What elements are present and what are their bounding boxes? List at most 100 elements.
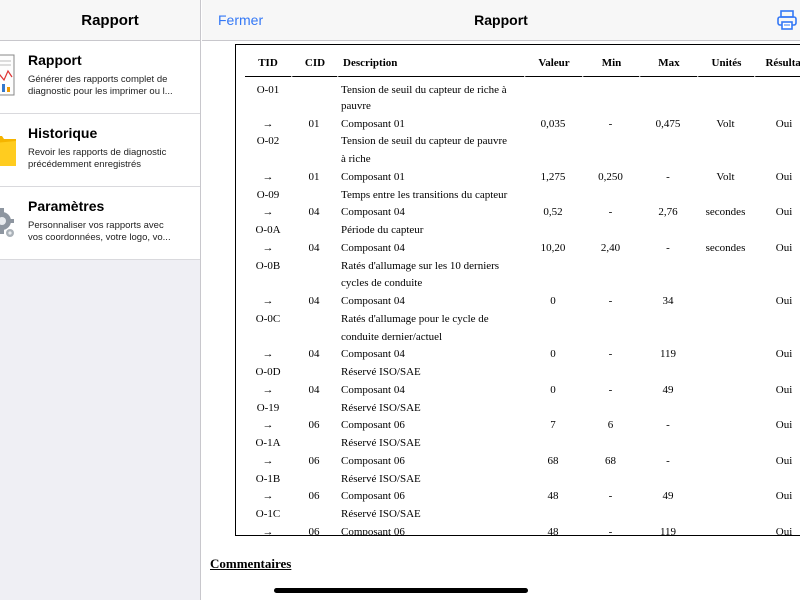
table-cell: [697, 310, 754, 328]
table-cell: -: [666, 241, 670, 254]
table-cell: 04: [308, 295, 320, 308]
table-cell: -: [666, 454, 670, 467]
sidebar-item-parametres[interactable]: Paramètres Personnaliser vos rapports av…: [0, 187, 200, 260]
sidebar-item-desc: Personnaliser vos rapports avec: [28, 220, 164, 231]
sidebar-header: Rapport: [0, 0, 200, 41]
table-row: O-0D Réservé ISO/SAE: [245, 363, 800, 381]
table-cell: O-0B: [255, 259, 281, 272]
table-row: O-02 Tension de seuil du capteur de pauvr…: [245, 133, 800, 151]
table-row: à riche: [245, 150, 800, 168]
table-cell: [754, 399, 800, 417]
table-cell: →: [262, 170, 274, 183]
table-cell: [754, 186, 800, 204]
table-cell: [291, 434, 337, 452]
table-cell: 04: [308, 348, 320, 361]
sidebar-item-desc: vos coordonnées, votre logo, vo...: [28, 232, 171, 243]
table-row: → 06 Composant 06 7 6 - Oui: [245, 417, 800, 435]
table-cell: O-0D: [255, 366, 281, 379]
table-cell: secondes: [705, 206, 746, 219]
table-cell: Oui: [775, 383, 793, 396]
table-cell: →: [262, 454, 274, 467]
table-cell: Temps entre les transitions du capteur: [341, 188, 508, 201]
table-cell: [582, 363, 639, 381]
table-header-row: TID CID Description Valeur Min Max Unité…: [245, 50, 800, 77]
table-cell: [754, 434, 800, 452]
table-cell: 0,250: [598, 170, 623, 183]
table-cell: [291, 399, 337, 417]
table-cell: Réservé ISO/SAE: [341, 472, 421, 485]
table-cell: Oui: [775, 525, 793, 536]
table-cell: [291, 257, 337, 275]
table-cell: [754, 310, 800, 328]
home-indicator[interactable]: [274, 588, 528, 593]
table-cell: 06: [308, 490, 320, 503]
table-cell: 2,40: [600, 241, 621, 254]
table-cell: [639, 470, 697, 488]
table-cell: [697, 186, 754, 204]
table-cell: [524, 77, 582, 97]
table-cell: [291, 97, 337, 115]
table-cell: 7: [550, 419, 556, 432]
table-cell: →: [262, 241, 274, 254]
table-cell: [524, 275, 582, 293]
table-cell: [697, 434, 754, 452]
table-cell: [582, 77, 639, 97]
sidebar-item-rapport[interactable]: Rapport Générer des rapports complet de …: [0, 41, 200, 114]
table-row: → 04 Composant 04 10,20 2,40 - secondes Oui: [245, 239, 800, 257]
column-header-valeur: Valeur: [524, 50, 582, 77]
table-cell: O-1C: [255, 508, 281, 521]
table-cell: 119: [659, 348, 677, 361]
table-cell: [524, 399, 582, 417]
table-cell: 01: [308, 170, 320, 183]
sidebar-item-historique[interactable]: Historique Revoir les rapports de diagno…: [0, 114, 200, 187]
table-cell: O-1A: [255, 437, 281, 450]
table-cell: Période du capteur: [341, 224, 424, 237]
table-row: O-1B Réservé ISO/SAE: [245, 470, 800, 488]
table-cell: [697, 381, 754, 399]
table-cell: [697, 470, 754, 488]
table-row: O-09 Temps entre les transitions du capte…: [245, 186, 800, 204]
table-cell: Composant 06: [341, 454, 405, 467]
table-cell: 0,475: [655, 117, 681, 130]
table-cell: 0: [550, 295, 556, 308]
table-cell: [697, 257, 754, 275]
table-cell: [639, 434, 697, 452]
main-panel: Fermer Rapport TID CID Description Valeu…: [202, 0, 800, 600]
table-cell: [754, 77, 800, 97]
table-row: → 04 Composant 04 0,52 - 2,76 secondes Oui: [245, 204, 800, 222]
table-cell: [754, 470, 800, 488]
table-cell: 04: [308, 206, 320, 219]
table-cell: [582, 470, 639, 488]
table-cell: [291, 470, 337, 488]
table-cell: [291, 363, 337, 381]
table-cell: [524, 150, 582, 168]
table-cell: [582, 275, 639, 293]
table-row: → 04 Composant 04 0 - 34 Oui: [245, 292, 800, 310]
table-cell: Composant 04: [341, 206, 405, 219]
table-cell: 0,035: [540, 117, 566, 130]
table-cell: [639, 133, 697, 151]
table-cell: Tension de seuil du capteur de pauvre: [341, 135, 508, 148]
table-cell: 06: [308, 454, 320, 467]
table-cell: [754, 97, 800, 115]
table-cell: 49: [662, 490, 674, 503]
gear-icon: [0, 208, 14, 237]
table-cell: [582, 257, 639, 275]
table-cell: O-19: [256, 401, 280, 414]
table-cell: Composant 04: [341, 383, 405, 396]
table-cell: 06: [308, 419, 320, 432]
table-row: cycles de conduite: [245, 275, 800, 293]
column-header-description: Description: [337, 50, 524, 77]
table-row: pauvre: [245, 97, 800, 115]
table-cell: -: [608, 525, 613, 536]
table-cell: Composant 06: [341, 525, 405, 536]
table-cell: 0: [550, 348, 556, 361]
table-cell: Ratés d'allumage sur les 10 derniers: [341, 259, 500, 272]
table-cell: [697, 292, 754, 310]
table-cell: [245, 97, 291, 115]
table-cell: [754, 363, 800, 381]
table-cell: 01: [308, 117, 320, 130]
table-cell: Oui: [775, 348, 793, 361]
printer-icon[interactable]: [776, 9, 798, 31]
table-cell: Composant 06: [341, 490, 405, 503]
